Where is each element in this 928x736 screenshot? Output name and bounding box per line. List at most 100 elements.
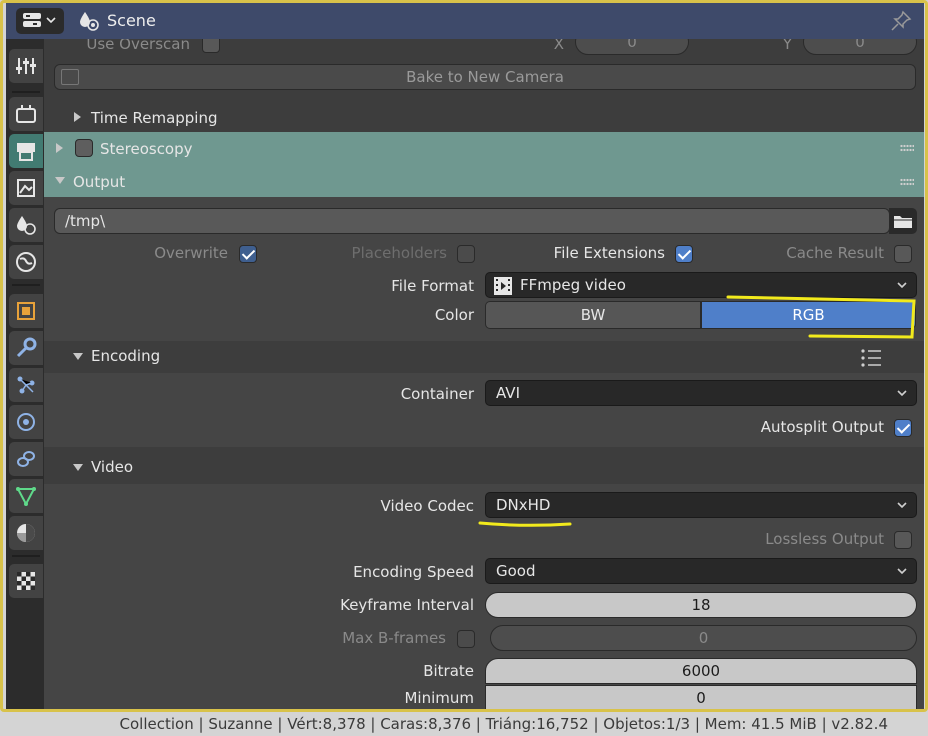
panel-title: Stereoscopy (100, 140, 193, 158)
cache-result-label: Cache Result (786, 244, 884, 262)
tab-world[interactable] (9, 245, 43, 279)
modifier-icon (16, 337, 37, 358)
container-dropdown[interactable]: AVI (485, 380, 917, 406)
tab-modifier[interactable] (9, 331, 43, 365)
collapsed-arrow-icon (74, 112, 81, 122)
tab-constraints[interactable] (9, 442, 43, 476)
chevron-down-icon (897, 568, 907, 575)
minimum-field[interactable]: 0 (485, 685, 917, 711)
output-path-value: /tmp\ (65, 212, 106, 230)
use-overscan-label: Use Overscan (86, 39, 190, 53)
tab-particles[interactable] (9, 368, 43, 402)
encoding-speed-dropdown[interactable]: Good (485, 558, 917, 584)
autosplit-checkbox[interactable] (894, 419, 912, 437)
tab-separator (12, 284, 40, 286)
lossless-output-label: Lossless Output (765, 530, 884, 548)
drag-handle-icon[interactable] (900, 144, 914, 152)
bake-icon (61, 69, 79, 85)
tab-output[interactable] (9, 134, 43, 168)
panel-video[interactable]: Video (44, 452, 924, 484)
drag-handle-icon[interactable] (900, 178, 914, 186)
editor-type-button[interactable] (16, 8, 64, 34)
expanded-arrow-icon (55, 177, 65, 184)
editor-header: Scene (6, 3, 924, 39)
tab-scene[interactable] (9, 208, 43, 242)
overscan-x-label: X (553, 39, 564, 53)
tab-view-layer[interactable] (9, 171, 43, 205)
file-format-value: FFmpeg video (520, 276, 626, 294)
file-format-dropdown[interactable]: FFmpeg video (485, 272, 917, 298)
video-codec-dropdown[interactable]: DNxHD (485, 492, 917, 518)
scene-icon (80, 12, 99, 31)
film-icon (494, 277, 512, 295)
container-label: Container (400, 385, 474, 403)
tab-material[interactable] (9, 516, 43, 550)
expanded-arrow-icon (73, 353, 83, 360)
placeholders-checkbox[interactable] (457, 245, 475, 263)
constraints-icon (17, 451, 35, 467)
overscan-y-label: Y (782, 39, 792, 53)
tab-object-data[interactable] (9, 479, 43, 513)
tab-tool[interactable] (9, 49, 43, 83)
encoding-speed-value: Good (496, 562, 536, 580)
pin-icon[interactable] (890, 10, 912, 32)
keyframe-interval-field[interactable]: 18 (485, 592, 917, 618)
video-codec-label: Video Codec (380, 497, 474, 515)
panel-stereoscopy[interactable]: Stereoscopy (44, 132, 924, 164)
max-bframes-field[interactable]: 0 (490, 625, 917, 651)
panel-encoding[interactable]: Encoding (44, 341, 924, 373)
tab-physics[interactable] (9, 405, 43, 439)
max-bframes-label: Max B-frames (342, 629, 446, 647)
status-text: Collection | Suzanne | Vért:8,378 | Cara… (119, 715, 888, 733)
placeholders-label: Placeholders (351, 244, 447, 262)
panel-output[interactable]: Output (44, 164, 924, 197)
browse-folder-button[interactable] (889, 208, 917, 234)
object-icon (17, 302, 35, 320)
panel-title: Video (91, 458, 134, 476)
minimum-label: Minimum (404, 689, 474, 707)
color-option-rgb[interactable]: RGB (701, 301, 916, 329)
panel-time-remapping[interactable]: Time Remapping (44, 101, 924, 133)
scene-icon (17, 216, 36, 235)
status-bar: Collection | Suzanne | Vért:8,378 | Cara… (0, 712, 928, 736)
file-format-label: File Format (391, 277, 474, 295)
presets-icon[interactable] (860, 348, 882, 368)
bake-button-label: Bake to New Camera (406, 68, 564, 86)
render-icon (16, 105, 36, 123)
color-option-label: RGB (792, 306, 825, 324)
color-option-bw[interactable]: BW (485, 301, 701, 329)
tool-icon (16, 58, 36, 74)
bitrate-field[interactable]: 6000 (485, 658, 917, 684)
chevron-down-icon (897, 390, 907, 397)
use-overscan-checkbox[interactable] (202, 39, 220, 53)
autosplit-label: Autosplit Output (760, 418, 884, 436)
properties-content: Use Overscan X 0 Y 0 Bake to New Camera … (44, 39, 924, 712)
overwrite-checkbox[interactable] (239, 245, 257, 263)
world-icon (16, 252, 36, 272)
max-bframes-checkbox[interactable] (457, 630, 475, 648)
tab-object[interactable] (9, 294, 43, 328)
material-icon (17, 524, 35, 542)
color-option-label: BW (580, 306, 606, 324)
encoding-speed-label: Encoding Speed (353, 563, 474, 581)
bitrate-label: Bitrate (423, 662, 474, 680)
output-path-input[interactable]: /tmp\ (54, 208, 890, 234)
editor-type-icon (23, 13, 56, 27)
overscan-x-field[interactable]: 0 (575, 39, 689, 55)
lossless-output-checkbox[interactable] (894, 531, 912, 549)
cache-result-checkbox[interactable] (894, 245, 912, 263)
panel-title: Output (73, 173, 126, 191)
particles-icon (17, 376, 35, 394)
bake-to-new-camera-button[interactable]: Bake to New Camera (54, 64, 916, 90)
folder-icon (894, 216, 912, 228)
file-extensions-checkbox[interactable] (675, 245, 693, 263)
tab-separator (12, 555, 40, 557)
stereoscopy-checkbox[interactable] (75, 139, 93, 157)
chevron-down-icon (897, 502, 907, 509)
expanded-arrow-icon (73, 464, 83, 471)
overscan-y-field[interactable]: 0 (803, 39, 917, 55)
tab-render[interactable] (9, 97, 43, 131)
properties-editor: Scene Use Overscan X 0 Y 0 Bake to New C… (0, 0, 928, 736)
tab-texture[interactable] (9, 564, 43, 598)
color-label: Color (434, 306, 474, 324)
